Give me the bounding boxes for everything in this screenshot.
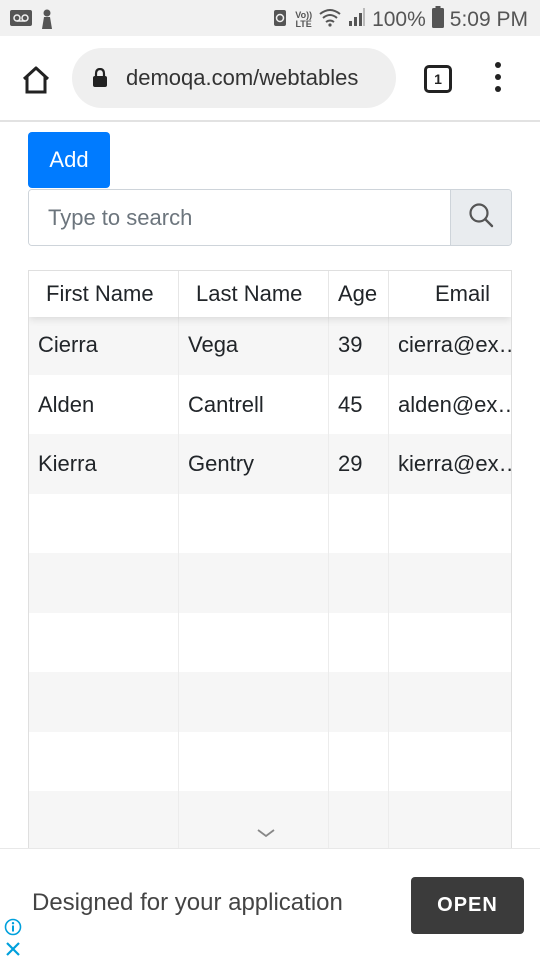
- profile-icon: [40, 9, 54, 34]
- cell-empty: [179, 731, 329, 791]
- header-last-name[interactable]: Last Name: [179, 271, 329, 317]
- cell-empty: [329, 672, 389, 732]
- close-icon[interactable]: [4, 940, 22, 960]
- cell-age: 45: [329, 374, 389, 434]
- table-row: Cierra Vega 39 cierra@ex…: [29, 315, 511, 375]
- cell-empty: [29, 731, 179, 791]
- ad-open-button[interactable]: OPEN: [411, 877, 524, 934]
- address-bar[interactable]: demoqa.com/webtables: [72, 48, 396, 108]
- cell-age: 29: [329, 434, 389, 494]
- table-row: Alden Cantrell 45 alden@ex…: [29, 374, 512, 434]
- cell-email: cierra@ex…: [398, 332, 512, 357]
- cell-empty: [29, 553, 179, 613]
- table-row-empty: [29, 731, 511, 792]
- cell-empty: [179, 553, 329, 613]
- table-row-empty: [29, 612, 511, 673]
- cell-empty: [179, 493, 329, 553]
- cell-empty: [29, 493, 179, 553]
- search-input[interactable]: [29, 190, 451, 245]
- cell-empty: [329, 612, 389, 672]
- cell-empty: [179, 612, 329, 672]
- cell-email: kierra@ex…: [398, 451, 512, 476]
- cell-age: 39: [329, 315, 389, 375]
- cell-last-name: Cantrell: [179, 374, 329, 434]
- cell-empty: [389, 613, 511, 673]
- clock: 5:09 PM: [449, 7, 528, 31]
- table-row-empty: [29, 553, 511, 613]
- battery-icon: [431, 6, 444, 33]
- chevron-down-icon[interactable]: [255, 826, 277, 845]
- ad-text[interactable]: Designed for your application: [32, 889, 343, 917]
- header-first-name[interactable]: First Name: [29, 271, 179, 317]
- search-icon: [468, 202, 494, 233]
- cell-empty: [179, 791, 329, 850]
- battery-percentage: 100%: [372, 7, 426, 31]
- cell-empty: [389, 494, 511, 554]
- home-icon[interactable]: [20, 64, 52, 96]
- cell-empty: [29, 612, 179, 672]
- browser-toolbar: demoqa.com/webtables 1: [0, 36, 540, 122]
- table-row: Kierra Gentry 29 kierra@ex…: [29, 434, 511, 494]
- cell-first-name: Kierra: [29, 434, 179, 494]
- table-row-empty: [29, 672, 511, 732]
- more-vert-icon[interactable]: [488, 62, 508, 96]
- tabs-icon[interactable]: 1: [424, 65, 452, 93]
- search-button[interactable]: [450, 190, 511, 245]
- table-header: First Name Last Name Age Email: [29, 271, 511, 317]
- cell-empty: [389, 553, 511, 613]
- voicemail-icon: [10, 9, 32, 34]
- web-table: First Name Last Name Age Email Cierra Ve…: [28, 270, 512, 850]
- info-icon[interactable]: [4, 918, 22, 941]
- ad-banner[interactable]: Designed for your application OPEN: [0, 848, 540, 960]
- search-box: [28, 189, 512, 246]
- cell-first-name: Alden: [29, 374, 179, 434]
- cell-empty: [329, 791, 389, 850]
- wifi-icon: [318, 7, 342, 32]
- cell-empty: [329, 553, 389, 613]
- lock-icon[interactable]: [92, 67, 108, 93]
- cell-empty: [389, 732, 511, 792]
- cell-empty: [329, 493, 389, 553]
- cell-last-name: Vega: [179, 315, 329, 375]
- cell-empty: [389, 672, 511, 732]
- signal-icon: [348, 7, 366, 32]
- cell-empty: [389, 791, 511, 850]
- table-row-empty: [29, 493, 511, 554]
- cell-first-name: Cierra: [29, 315, 179, 375]
- add-button[interactable]: Add: [28, 132, 110, 188]
- header-email[interactable]: Email: [389, 271, 511, 317]
- cell-email: alden@ex…: [398, 391, 512, 417]
- status-bar: Vo)) LTE 100% 5:09 PM: [0, 0, 540, 36]
- cell-empty: [29, 672, 179, 732]
- cell-empty: [179, 672, 329, 732]
- cell-empty: [29, 791, 179, 850]
- alarm-icon: [271, 7, 289, 32]
- table-body: Cierra Vega 39 cierra@ex… Alden Cantrell…: [29, 315, 511, 850]
- network-type-label: Vo)) LTE: [295, 9, 313, 29]
- header-age[interactable]: Age: [329, 271, 389, 317]
- url-text[interactable]: demoqa.com/webtables: [126, 65, 388, 91]
- cell-empty: [329, 731, 389, 791]
- cell-last-name: Gentry: [179, 434, 329, 494]
